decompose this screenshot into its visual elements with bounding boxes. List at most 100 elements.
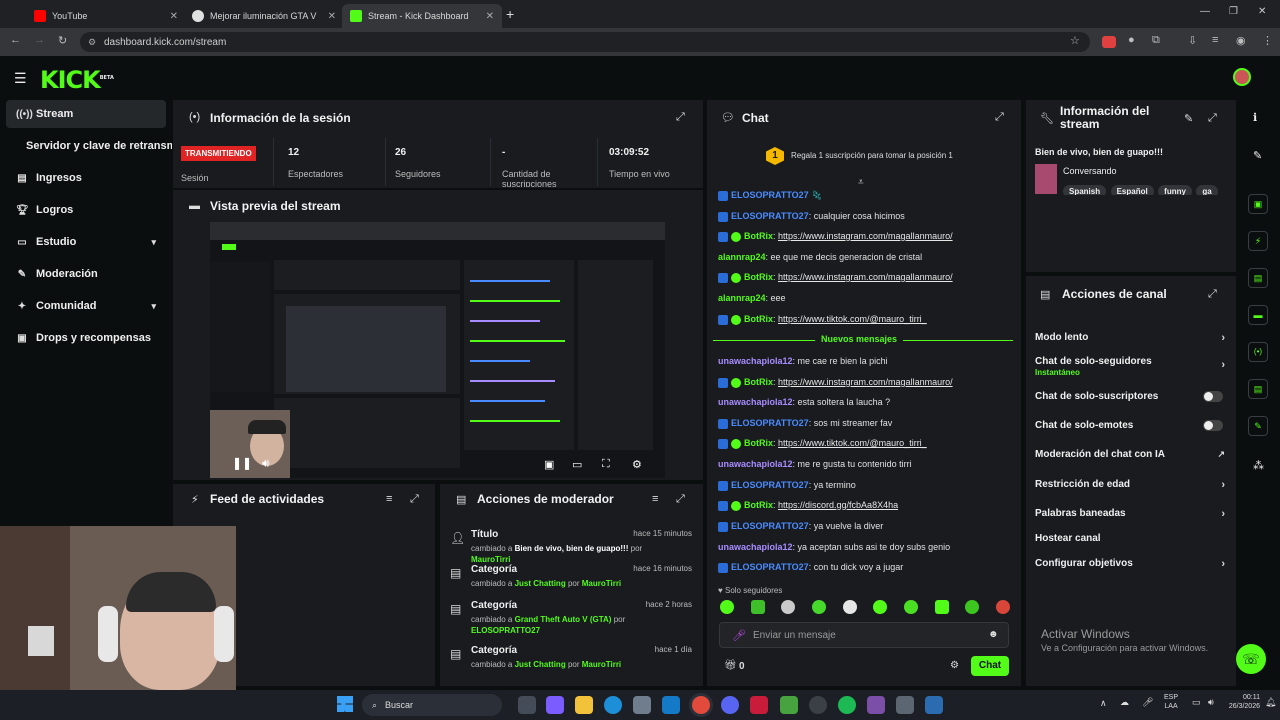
- detail-value[interactable]: Just Chatting: [515, 579, 566, 588]
- language-indicator[interactable]: ESP LAA: [1164, 693, 1178, 711]
- sidebar-item-studio[interactable]: ▭ Estudio ▾: [6, 228, 166, 256]
- microphone-icon[interactable]: 🎤︎: [732, 629, 746, 642]
- copilot-icon[interactable]: [546, 696, 564, 714]
- edge-icon[interactable]: [604, 696, 622, 714]
- notification-icon[interactable]: 🔔︎: [1265, 697, 1276, 708]
- maximize-button[interactable]: ❐: [1229, 6, 1238, 17]
- bookmark-star-icon[interactable]: ☆: [1070, 34, 1080, 47]
- new-tab-button[interactable]: +: [506, 6, 514, 22]
- chat-link[interactable]: https://www.tiktok.com/@mauro_tirri_: [778, 438, 927, 448]
- chat-link[interactable]: https://www.instagram.com/magallanmauro/: [778, 272, 953, 282]
- avatar[interactable]: [1233, 68, 1251, 86]
- obs-icon[interactable]: [809, 696, 827, 714]
- volume-icon[interactable]: 🔊︎: [262, 456, 270, 471]
- chat-username[interactable]: alannrap24: [718, 293, 766, 303]
- tag-chip[interactable]: funny: [1158, 185, 1192, 195]
- action-followers-only[interactable]: Chat de solo-seguidores Instantáneo ›: [1035, 356, 1225, 377]
- settings-gear-icon[interactable]: [896, 696, 914, 714]
- tag-chip[interactable]: Español: [1110, 185, 1154, 195]
- filter-icon[interactable]: ≡: [386, 493, 392, 505]
- sidebar-item-community[interactable]: ✦ Comunidad ▾: [6, 292, 166, 320]
- broadcast-icon[interactable]: (•): [1248, 342, 1268, 362]
- expand-icon[interactable]: ⤢: [676, 111, 685, 124]
- tag-chip[interactable]: ga: [1196, 185, 1218, 195]
- profile-icon[interactable]: ◉: [1236, 34, 1246, 47]
- action-host-channel[interactable]: Hostear canal: [1035, 533, 1225, 544]
- store-icon[interactable]: [633, 696, 651, 714]
- chat-username[interactable]: ELOSOPRATTO27: [731, 521, 809, 531]
- chat-username[interactable]: BotRix: [744, 272, 773, 282]
- taskbar-clock[interactable]: 00:11 26/3/2026: [1222, 693, 1260, 711]
- gift-prompt[interactable]: Regala 1 suscripción para tomar la posic…: [791, 151, 953, 160]
- fullscreen-icon[interactable]: ⛶: [602, 458, 610, 471]
- detail-user[interactable]: MauroTirri: [582, 660, 621, 669]
- chat-username[interactable]: BotRix: [744, 500, 773, 510]
- app-icon[interactable]: [867, 696, 885, 714]
- filter-icon[interactable]: ≡: [652, 493, 658, 505]
- url-field[interactable]: ⚙ dashboard.kick.com/stream: [80, 32, 1090, 52]
- chat-link[interactable]: https://www.tiktok.com/@mauro_tirri_: [778, 314, 927, 324]
- chat-username[interactable]: BotRix: [744, 377, 773, 387]
- steam-icon[interactable]: [925, 696, 943, 714]
- extension-icon[interactable]: ●: [1128, 34, 1135, 46]
- expand-icon[interactable]: ⤢: [676, 493, 685, 506]
- chat-username[interactable]: unawachapiola12: [718, 542, 793, 552]
- chat-settings-icon[interactable]: ⚙: [950, 660, 959, 671]
- chat-link[interactable]: https://discord.gg/fcbAa8X4ha: [778, 500, 898, 510]
- task-view-icon[interactable]: [518, 696, 536, 714]
- sidebar-item-achievements[interactable]: 🏆︎ Logros: [6, 196, 166, 224]
- expand-icon[interactable]: ⤢: [1208, 288, 1217, 301]
- detail-value[interactable]: Just Chatting: [515, 660, 566, 669]
- action-age-restriction[interactable]: Restricción de edad ›: [1035, 479, 1225, 491]
- action-emotes-only[interactable]: Chat de solo-emotes: [1035, 420, 1225, 431]
- window-close-button[interactable]: ✕: [1258, 6, 1266, 17]
- support-chat-icon[interactable]: ☏: [1236, 644, 1266, 674]
- subscribers-only-toggle[interactable]: [1203, 391, 1223, 402]
- emote-icon[interactable]: [965, 600, 980, 614]
- emote-icon[interactable]: [903, 600, 918, 614]
- emote-icon[interactable]: [842, 600, 857, 614]
- emote-icon[interactable]: [750, 600, 765, 614]
- download-icon[interactable]: ⇩: [1188, 34, 1197, 47]
- clipboard-icon[interactable]: ▤: [1248, 268, 1268, 288]
- mail-icon[interactable]: [662, 696, 680, 714]
- list-icon[interactable]: ≡: [1212, 34, 1218, 46]
- tray-chevron-icon[interactable]: ∧: [1100, 698, 1107, 709]
- action-subscribers-only[interactable]: Chat de solo-suscriptores: [1035, 391, 1225, 402]
- spotify-icon[interactable]: [838, 696, 856, 714]
- action-ai-moderation[interactable]: Moderación del chat con IA ↗: [1035, 449, 1225, 460]
- emoji-picker-icon[interactable]: ☻: [988, 629, 999, 640]
- stream-video[interactable]: ❚❚ 🔊︎ ▣ ▭ ⛶ ⚙: [210, 222, 665, 478]
- expand-icon[interactable]: ⤢: [995, 111, 1004, 124]
- collapse-chevron-icon[interactable]: ⩡: [858, 177, 864, 188]
- sidebar-item-server-key[interactable]: Servidor y clave de retransmisión: [6, 132, 172, 160]
- emote-icon[interactable]: [720, 600, 734, 614]
- chat-username[interactable]: alannrap24: [718, 252, 766, 262]
- app-icon[interactable]: [750, 696, 768, 714]
- chat-username[interactable]: ELOSOPRATTO27: [731, 190, 809, 200]
- taskbar-search[interactable]: ⌕ Buscar: [362, 694, 502, 716]
- wrench-icon[interactable]: ✎: [1248, 416, 1268, 436]
- action-banned-words[interactable]: Palabras baneadas ›: [1035, 508, 1225, 520]
- discord-icon[interactable]: [721, 696, 739, 714]
- detail-user[interactable]: MauroTirri: [582, 579, 621, 588]
- tab-youtube[interactable]: YouTube ✕: [26, 4, 186, 28]
- emote-icon[interactable]: [873, 600, 888, 614]
- channel-icon[interactable]: ▤: [1248, 379, 1268, 399]
- chat-username[interactable]: ELOSOPRATTO27: [731, 211, 809, 221]
- menu-icon[interactable]: ⋮: [1262, 34, 1273, 47]
- emote-icon[interactable]: [781, 600, 796, 614]
- tag-chip[interactable]: Spanish: [1063, 185, 1107, 195]
- sidebar-item-stream[interactable]: ((•)) Stream: [6, 100, 166, 128]
- emote-icon[interactable]: [934, 600, 949, 614]
- pause-icon[interactable]: ❚❚: [232, 456, 252, 470]
- detail-user[interactable]: ELOSOPRATTO27: [471, 626, 540, 635]
- sidebar-item-income[interactable]: ▤ Ingresos: [6, 164, 166, 192]
- chat-link[interactable]: https://www.instagram.com/magallanmauro/: [778, 377, 953, 387]
- chat-username[interactable]: unawachapiola12: [718, 459, 793, 469]
- kick-logo[interactable]: KICKBETA: [40, 66, 114, 94]
- chat-username[interactable]: BotRix: [744, 438, 773, 448]
- chat-username[interactable]: unawachapiola12: [718, 397, 793, 407]
- settings-gear-icon[interactable]: ⚙: [632, 458, 642, 471]
- edit-pencil-icon[interactable]: ✎: [1253, 149, 1262, 162]
